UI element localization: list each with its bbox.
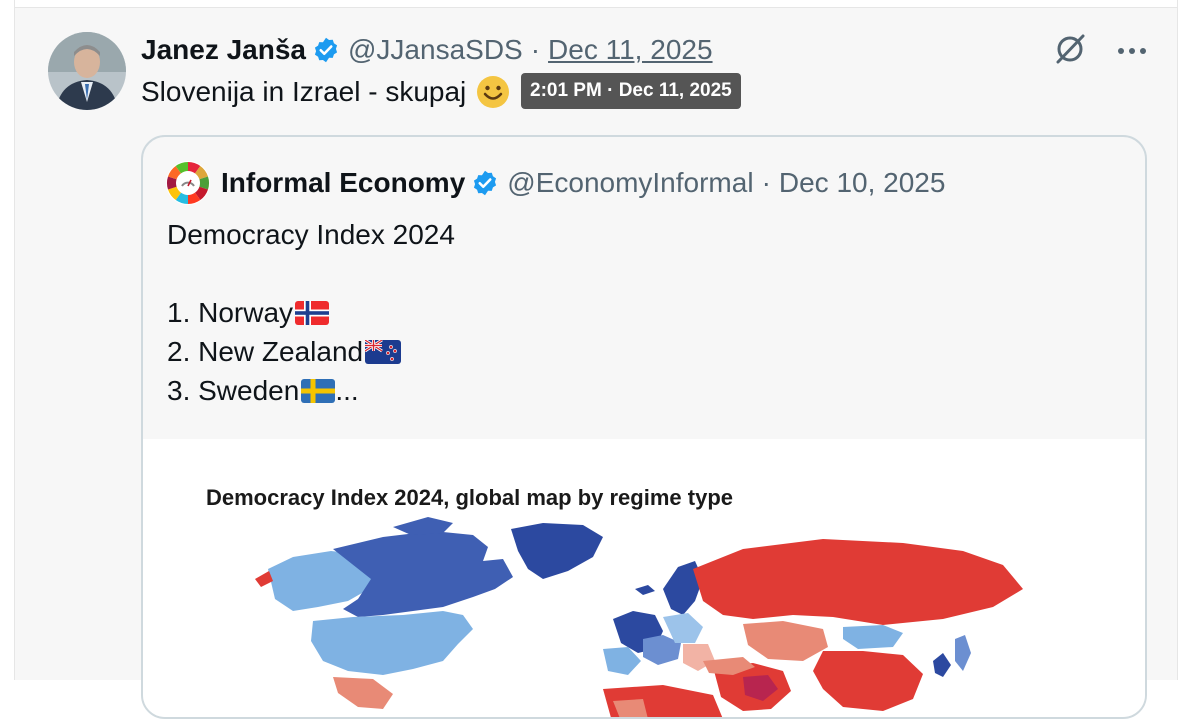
new-zealand-flag-icon xyxy=(365,339,402,364)
quoted-verified-badge-icon xyxy=(471,169,499,197)
list-item-text: 1. Norway xyxy=(167,297,294,328)
truncation-ellipsis: ... xyxy=(335,375,359,406)
quoted-post-header: Informal Economy @EconomyInformal · Dec … xyxy=(221,163,945,203)
timestamp-tooltip: 2:01 PM · Dec 11, 2025 xyxy=(521,73,741,109)
avatar-photo xyxy=(48,32,126,110)
quoted-post-text: Democracy Index 2024 1. Norway 2. New Ze… xyxy=(167,215,455,410)
sweden-flag-icon xyxy=(301,378,336,403)
quoted-title-line: Democracy Index 2024 xyxy=(167,219,455,250)
quoted-post-date: Dec 10, 2025 xyxy=(778,167,946,198)
post-date-link[interactable]: Dec 11, 2025 xyxy=(548,34,713,66)
quoted-author-handle: @EconomyInformal xyxy=(507,167,754,198)
previous-post-edge xyxy=(15,0,1177,8)
author-avatar[interactable] xyxy=(48,32,126,110)
quoted-post-card[interactable]: Informal Economy @EconomyInformal · Dec … xyxy=(141,135,1147,719)
list-item-text: 2. New Zealand xyxy=(167,336,364,367)
author-name[interactable]: Janez Janša xyxy=(141,34,306,66)
quoted-separator-dot: · xyxy=(761,167,771,198)
world-map xyxy=(255,517,1023,717)
quoted-author-name[interactable]: Informal Economy xyxy=(221,167,465,199)
smiling-face-emoji-icon xyxy=(476,75,510,109)
norway-flag-icon xyxy=(295,300,330,325)
quoted-media-image[interactable]: Democracy Index 2024, global map by regi… xyxy=(143,439,1145,717)
post-header: Janez Janša @JJansaSDS · Dec 11, 2025 xyxy=(141,30,713,70)
sdg-wheel-logo xyxy=(166,161,210,205)
list-item: 3. Sweden ... xyxy=(167,371,455,410)
post-text: Slovenija in Izrael - skupaj xyxy=(141,72,510,112)
list-item: 2. New Zealand xyxy=(167,332,455,371)
more-icon[interactable] xyxy=(1117,43,1147,61)
post-text-content: Slovenija in Izrael - skupaj xyxy=(141,76,467,107)
author-handle[interactable]: @JJansaSDS xyxy=(348,34,523,66)
post-actions xyxy=(1053,32,1147,71)
list-item: 1. Norway xyxy=(167,293,455,332)
quoted-author-avatar[interactable] xyxy=(165,160,211,206)
timeline-frame: Janez Janša @JJansaSDS · Dec 11, 2025 Sl… xyxy=(14,0,1178,719)
grok-icon[interactable] xyxy=(1053,32,1087,71)
list-item-text: 3. Sweden xyxy=(167,375,300,406)
verified-badge-icon xyxy=(312,36,340,64)
separator-dot: · xyxy=(530,34,541,65)
